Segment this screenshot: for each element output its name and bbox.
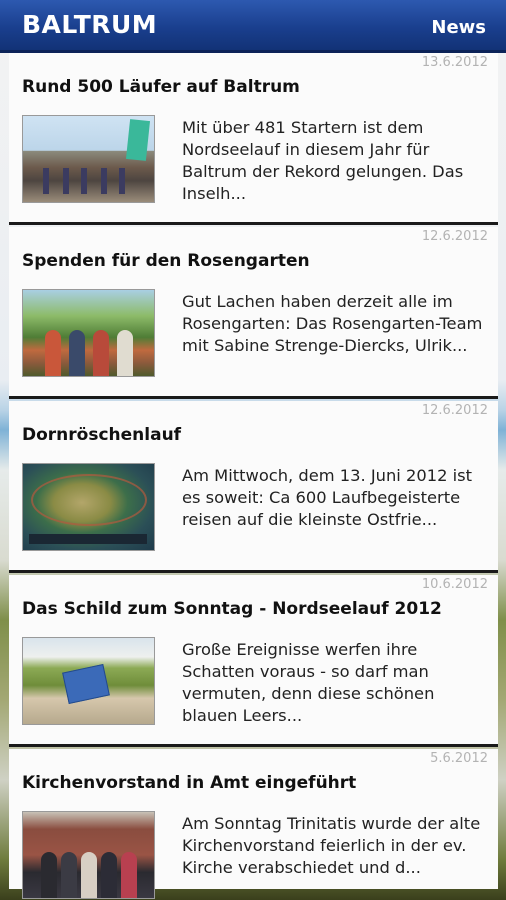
news-title: Rund 500 Läufer auf Baltrum [22,77,300,97]
news-date: 10.6.2012 [421,577,488,592]
news-date: 13.6.2012 [421,55,488,70]
news-date: 5.6.2012 [430,751,488,766]
app-bar: BALTRUM News [0,0,506,53]
sign-shape [62,663,110,705]
news-excerpt: Am Mittwoch, dem 13. Juni 2012 ist es so… [182,466,473,529]
news-excerpt: Am Sonntag Trinitatis wurde der alte Kir… [182,814,481,877]
news-date: 12.6.2012 [421,229,488,244]
person-shape [117,330,133,376]
banner-shape [125,119,151,161]
news-thumbnail [22,637,155,725]
runner-shape [119,168,125,194]
news-title: Spenden für den Rosengarten [22,251,310,271]
runner-shape [81,168,87,194]
news-excerpt: Mit über 481 Startern ist dem Nordseelau… [182,118,464,203]
news-title: Dornröschenlauf [22,425,182,445]
news-excerpt: Große Ereignisse werfen ihre Schatten vo… [182,640,435,725]
news-excerpt: Gut Lachen haben derzeit alle im Rosenga… [182,292,483,355]
news-item[interactable]: 12.6.2012 Spenden für den Rosengarten Gu… [9,227,498,399]
map-outline [31,474,147,526]
news-thumbnail [22,115,155,203]
runner-shape [63,168,69,194]
section-title: News [431,17,486,38]
runner-shape [43,168,49,194]
runner-shape [101,168,107,194]
person-shape [93,330,109,376]
person-shape [121,852,137,898]
news-item[interactable]: 5.6.2012 Kirchenvorstand in Amt eingefüh… [9,749,498,899]
news-title: Das Schild zum Sonntag - Nordseelauf 201… [22,599,442,619]
news-item[interactable]: 10.6.2012 Das Schild zum Sonntag - Nords… [9,575,498,747]
person-shape [41,852,57,898]
person-shape [61,852,77,898]
news-list: 13.6.2012 Rund 500 Läufer auf Baltrum Mi… [9,53,498,899]
news-title: Kirchenvorstand in Amt eingeführt [22,773,357,793]
news-thumbnail [22,289,155,377]
app-title: BALTRUM [22,10,158,39]
person-shape [81,852,97,898]
news-thumbnail [22,463,155,551]
news-thumbnail [22,811,155,899]
elevation-bar [29,534,147,544]
person-shape [45,330,61,376]
person-shape [69,330,85,376]
news-date: 12.6.2012 [421,403,488,418]
news-item[interactable]: 12.6.2012 Dornröschenlauf Am Mittwoch, d… [9,401,498,573]
person-shape [101,852,117,898]
news-item[interactable]: 13.6.2012 Rund 500 Läufer auf Baltrum Mi… [9,53,498,225]
